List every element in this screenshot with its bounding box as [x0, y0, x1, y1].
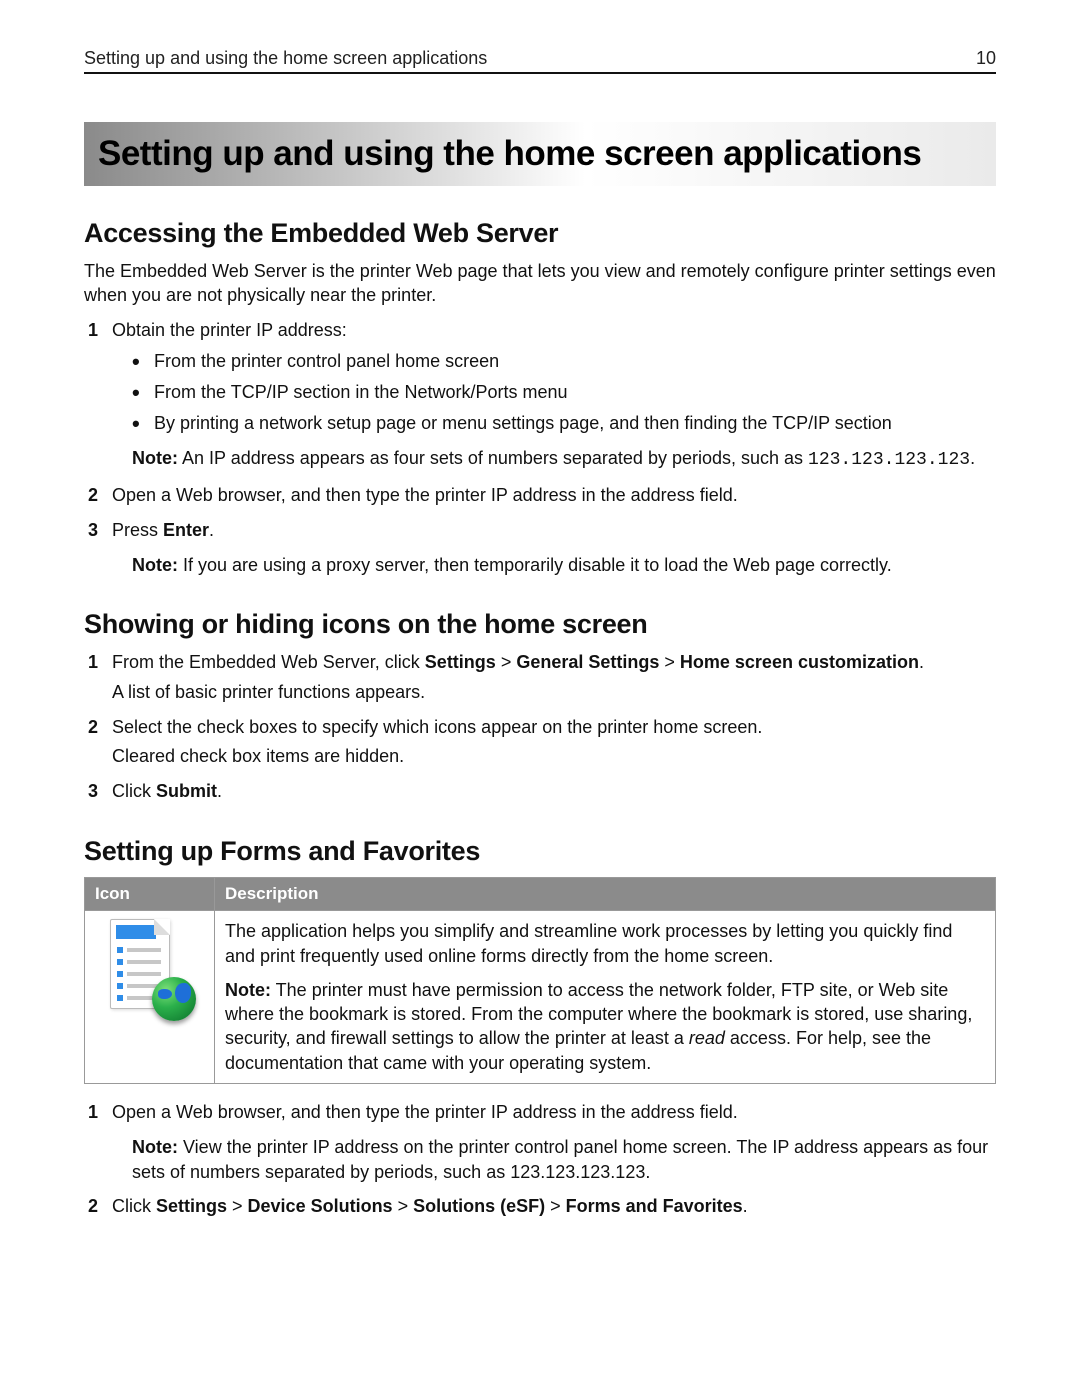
- path-sep: >: [496, 652, 517, 672]
- step-text: .: [743, 1196, 748, 1216]
- path-part: Forms and Favorites: [566, 1196, 743, 1216]
- note: Note: An IP address appears as four sets…: [132, 446, 996, 472]
- path-part: Solutions (eSF): [413, 1196, 545, 1216]
- step-text: Open a Web browser, and then type the pr…: [112, 1102, 738, 1122]
- path-part: General Settings: [516, 652, 659, 672]
- note-text: View the printer IP address on the print…: [132, 1137, 988, 1181]
- steps-list: From the Embedded Web Server, click Sett…: [84, 650, 996, 804]
- step-text: .: [209, 520, 214, 540]
- path-sep: >: [659, 652, 680, 672]
- ip-example: 123.123.123.123: [808, 450, 970, 470]
- step-subtext: Cleared check box items are hidden.: [112, 744, 996, 769]
- step-text: Obtain the printer IP address:: [112, 320, 347, 340]
- path-part: Settings: [156, 1196, 227, 1216]
- step-bold: Enter: [163, 520, 209, 540]
- forms-table: Icon Description: [84, 877, 996, 1084]
- forms-favorites-icon: [110, 919, 190, 1019]
- note: Note: View the printer IP address on the…: [132, 1135, 996, 1184]
- globe-icon: [152, 977, 196, 1021]
- step-text: Press: [112, 520, 163, 540]
- step-subtext: A list of basic printer functions appear…: [112, 680, 996, 705]
- note-italic: read: [689, 1028, 725, 1048]
- running-header: Setting up and using the home screen app…: [84, 48, 996, 74]
- step-bold: Submit: [156, 781, 217, 801]
- note-tail: .: [970, 448, 975, 468]
- note-text: If you are using a proxy server, then te…: [178, 555, 892, 575]
- note-text: An IP address appears as four sets of nu…: [178, 448, 808, 468]
- bullet-item: By printing a network setup page or menu…: [132, 411, 996, 436]
- table-header-icon: Icon: [85, 878, 215, 911]
- step-text: Select the check boxes to specify which …: [112, 717, 762, 737]
- step-item: Press Enter. Note: If you are using a pr…: [84, 518, 996, 577]
- section-heading-forms: Setting up Forms and Favorites: [84, 836, 996, 867]
- note: Note: The printer must have permission t…: [225, 978, 985, 1075]
- path-part: Device Solutions: [248, 1196, 393, 1216]
- note-label: Note:: [132, 555, 178, 575]
- step-text: Click: [112, 781, 156, 801]
- step-item: Select the check boxes to specify which …: [84, 715, 996, 769]
- step-item: Click Settings > Device Solutions > Solu…: [84, 1194, 996, 1219]
- note-label: Note:: [225, 980, 271, 1000]
- table-cell-description: The application helps you simplify and s…: [215, 911, 996, 1084]
- path-sep: >: [393, 1196, 414, 1216]
- page-title: Setting up and using the home screen app…: [98, 134, 982, 174]
- note: Note: If you are using a proxy server, t…: [132, 553, 996, 577]
- step-item: Open a Web browser, and then type the pr…: [84, 483, 996, 508]
- note-label: Note:: [132, 1137, 178, 1157]
- steps-list: Open a Web browser, and then type the pr…: [84, 1100, 996, 1219]
- step-text: Click: [112, 1196, 156, 1216]
- bullet-item: From the TCP/IP section in the Network/P…: [132, 380, 996, 405]
- step-text: From the Embedded Web Server, click: [112, 652, 425, 672]
- table-header-description: Description: [215, 878, 996, 911]
- page: Setting up and using the home screen app…: [0, 0, 1080, 1289]
- table-row: The application helps you simplify and s…: [85, 911, 996, 1084]
- section-heading-icons: Showing or hiding icons on the home scre…: [84, 609, 996, 640]
- description-text: The application helps you simplify and s…: [225, 919, 985, 968]
- step-text: .: [217, 781, 222, 801]
- step-item: From the Embedded Web Server, click Sett…: [84, 650, 996, 704]
- step-text: .: [919, 652, 924, 672]
- page-number: 10: [976, 48, 996, 69]
- page-title-bar: Setting up and using the home screen app…: [84, 122, 996, 186]
- path-sep: >: [227, 1196, 248, 1216]
- table-cell-icon: [85, 911, 215, 1084]
- section-heading-ews: Accessing the Embedded Web Server: [84, 218, 996, 249]
- step-item: Obtain the printer IP address: From the …: [84, 318, 996, 473]
- step-item: Click Submit.: [84, 779, 996, 804]
- bullet-item: From the printer control panel home scre…: [132, 349, 996, 374]
- section-intro: The Embedded Web Server is the printer W…: [84, 259, 996, 308]
- note-label: Note:: [132, 448, 178, 468]
- path-part: Settings: [425, 652, 496, 672]
- running-header-title: Setting up and using the home screen app…: [84, 48, 487, 69]
- path-sep: >: [545, 1196, 566, 1216]
- step-item: Open a Web browser, and then type the pr…: [84, 1100, 996, 1184]
- bullet-list: From the printer control panel home scre…: [132, 349, 996, 437]
- path-part: Home screen customization: [680, 652, 919, 672]
- steps-list: Obtain the printer IP address: From the …: [84, 318, 996, 578]
